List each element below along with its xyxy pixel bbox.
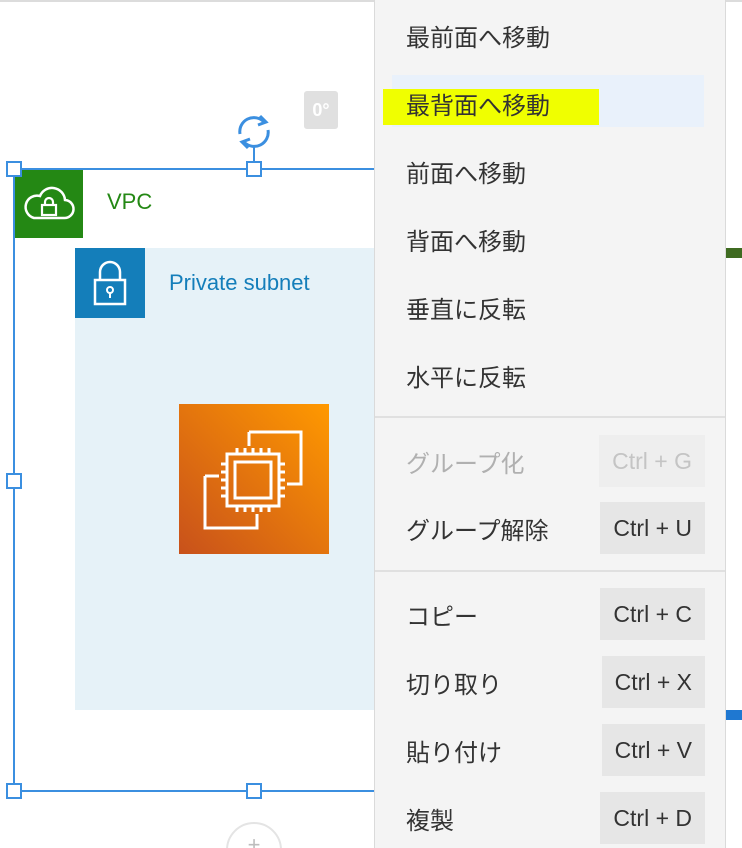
menu-item-duplicate[interactable]: 複製 Ctrl + D — [375, 784, 725, 848]
menu-item-label: コピー — [406, 602, 478, 631]
menu-item-label: 背面へ移動 — [406, 227, 526, 256]
shortcut-badge: Ctrl + X — [601, 656, 705, 708]
menu-item-label: 切り取り — [406, 670, 502, 699]
resize-handle-left[interactable] — [6, 473, 22, 489]
menu-item-group[interactable]: グループ化 Ctrl + G — [375, 427, 725, 495]
menu-item-label: 貼り付け — [406, 738, 502, 767]
menu-item-ungroup[interactable]: グループ解除 Ctrl + U — [375, 494, 725, 562]
resize-handle-bottom[interactable] — [246, 783, 262, 799]
menu-item-label: グループ化 — [406, 449, 525, 478]
offscreen-shape-blue — [726, 710, 742, 720]
selection-border-top — [14, 168, 376, 170]
menu-separator — [375, 416, 725, 418]
subnet-label: Private subnet — [169, 270, 310, 295]
cloud-lock-icon — [14, 169, 83, 238]
menu-separator — [375, 570, 725, 572]
selection-border-bottom — [14, 790, 376, 792]
menu-item-flip-horizontal[interactable]: 水平に反転 — [375, 341, 725, 409]
menu-item-bring-forward[interactable]: 前面へ移動 — [375, 137, 725, 205]
shortcut-badge: Ctrl + G — [599, 435, 705, 487]
offscreen-shape-green — [726, 248, 742, 258]
menu-item-label: 前面へ移動 — [406, 159, 526, 188]
context-menu: 最前面へ移動 最背面へ移動 前面へ移動 背面へ移動 垂直に反転 水平に反転 グル… — [374, 0, 726, 848]
menu-item-label: グループ解除 — [406, 516, 549, 545]
shortcut-badge: Ctrl + C — [600, 588, 705, 640]
menu-item-copy[interactable]: コピー Ctrl + C — [375, 580, 725, 648]
menu-item-bring-to-front[interactable]: 最前面へ移動 — [375, 1, 725, 69]
menu-item-send-to-back[interactable]: 最背面へ移動 — [375, 69, 725, 137]
shortcut-badge: Ctrl + U — [600, 502, 705, 554]
menu-item-cut[interactable]: 切り取り Ctrl + X — [375, 648, 725, 716]
shortcut-badge: Ctrl + V — [601, 724, 705, 776]
menu-item-label: 複製 — [406, 806, 454, 835]
resize-handle-top[interactable] — [246, 161, 262, 177]
menu-item-flip-vertical[interactable]: 垂直に反転 — [375, 273, 725, 341]
resize-handle-bottom-left[interactable] — [6, 783, 22, 799]
menu-item-label: 最前面へ移動 — [406, 23, 550, 52]
menu-item-paste[interactable]: 貼り付け Ctrl + V — [375, 716, 725, 784]
plus-icon: + — [247, 832, 261, 848]
add-button[interactable]: + — [226, 822, 282, 848]
menu-item-label: 垂直に反転 — [406, 295, 526, 324]
menu-item-label: 水平に反転 — [406, 363, 526, 392]
resize-handle-top-left[interactable] — [6, 161, 22, 177]
menu-item-send-backward[interactable]: 背面へ移動 — [375, 205, 725, 273]
rotation-angle-badge: 0° — [304, 91, 338, 129]
padlock-icon — [75, 248, 145, 318]
menu-item-label: 最背面へ移動 — [406, 91, 550, 120]
ec2-instance-icon[interactable] — [179, 404, 329, 554]
vpc-label: VPC — [107, 189, 153, 214]
rotate-icon[interactable] — [232, 110, 276, 154]
shortcut-badge: Ctrl + D — [600, 792, 705, 844]
